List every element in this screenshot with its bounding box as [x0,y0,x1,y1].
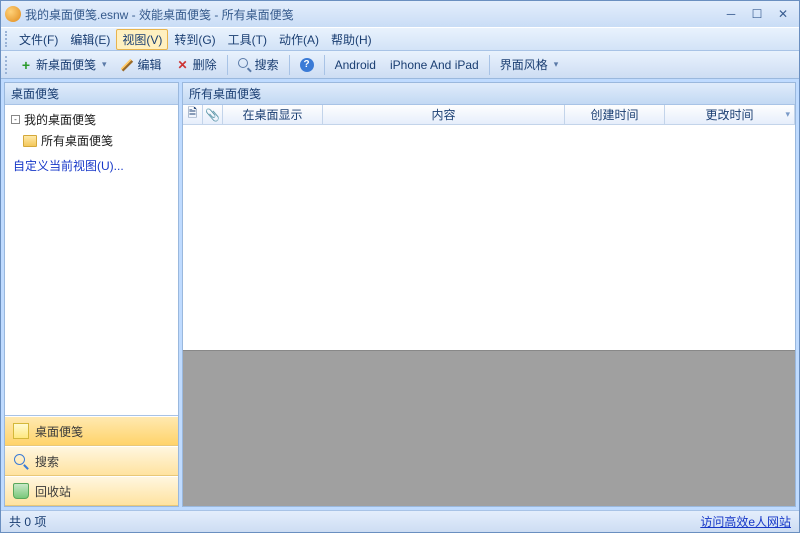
col-icon2[interactable]: 📎 [203,105,223,124]
menu-goto[interactable]: 转到(G) [168,29,221,50]
preview-pane [183,350,795,506]
folder-icon [23,135,37,147]
col-content[interactable]: 内容 [323,105,565,124]
menubar: 文件(F) 编辑(E) 视图(V) 转到(G) 工具(T) 动作(A) 帮助(H… [1,27,799,51]
tree-child-label: 所有桌面便笺 [41,132,113,149]
separator [324,55,325,75]
theme-button[interactable]: 界面风格 [494,54,565,75]
status-link[interactable]: 访问高效e人网站 [700,513,791,530]
search-icon [13,453,29,469]
help-icon: ? [300,58,314,72]
nav-search-label: 搜索 [35,453,59,470]
nav-notes[interactable]: 桌面便笺 [5,416,178,446]
recycle-icon [13,483,29,499]
edit-button[interactable]: 编辑 [115,54,168,75]
nav-search[interactable]: 搜索 [5,446,178,476]
android-button[interactable]: Android [329,56,382,74]
minimize-button[interactable]: ─ [719,6,743,22]
attach-icon: 📎 [205,108,220,122]
delete-button[interactable]: ✕ 删除 [170,54,223,75]
separator [489,55,490,75]
help-button[interactable]: ? [294,56,320,74]
close-button[interactable]: ✕ [771,6,795,22]
window-title: 我的桌面便笺.esnw - 效能桌面便笺 - 所有桌面便笺 [25,6,719,23]
separator [227,55,228,75]
tree-root-label: 我的桌面便笺 [24,111,96,128]
nav-recycle[interactable]: 回收站 [5,476,178,506]
pencil-icon [121,58,135,72]
nav-buttons: 桌面便笺 搜索 回收站 [5,415,178,506]
tree-child-all[interactable]: 所有桌面便笺 [21,130,174,151]
status-count: 共 0 项 [9,513,46,530]
sidebar: 桌面便笺 - 我的桌面便笺 所有桌面便笺 自定义当前视图(U)... 桌面便笺 [4,82,179,507]
toolbar: + 新桌面便笺 编辑 ✕ 删除 搜索 ? Android iPhone And … [1,51,799,79]
note-icon [13,423,29,439]
app-window: 我的桌面便笺.esnw - 效能桌面便笺 - 所有桌面便笺 ─ ☐ ✕ 文件(F… [0,0,800,533]
separator [289,55,290,75]
menu-edit[interactable]: 编辑(E) [64,29,116,50]
nav-notes-label: 桌面便笺 [35,423,83,440]
nav-recycle-label: 回收站 [35,483,71,500]
new-note-label: 新桌面便笺 [36,56,96,73]
statusbar: 共 0 项 访问高效e人网站 [1,510,799,532]
new-note-button[interactable]: + 新桌面便笺 [13,54,113,75]
edit-label: 编辑 [138,56,162,73]
maximize-button[interactable]: ☐ [745,6,769,22]
col-show[interactable]: 在桌面显示 [223,105,323,124]
col-created[interactable]: 创建时间 [565,105,665,124]
doc-icon: 🗎 [188,104,198,125]
search-icon [238,58,252,72]
menubar-grip[interactable] [5,31,11,47]
toolbar-grip[interactable] [5,56,11,74]
sidebar-header: 桌面便笺 [5,83,178,105]
delete-label: 删除 [193,56,217,73]
menu-action[interactable]: 动作(A) [273,29,325,50]
customize-view-link[interactable]: 自定义当前视图(U)... [9,151,174,180]
grid-header: 🗎 📎 在桌面显示 内容 创建时间 更改时间 [183,105,795,125]
menu-help[interactable]: 帮助(H) [325,29,378,50]
col-modified[interactable]: 更改时间 [665,105,795,124]
iphone-button[interactable]: iPhone And iPad [384,56,485,74]
grid-body[interactable] [183,125,795,350]
tree: - 我的桌面便笺 所有桌面便笺 自定义当前视图(U)... [5,105,178,415]
search-button[interactable]: 搜索 [232,54,285,75]
cross-icon: ✕ [176,58,190,72]
menu-file[interactable]: 文件(F) [13,29,64,50]
col-icon1[interactable]: 🗎 [183,105,203,124]
plus-icon: + [19,58,33,72]
search-label: 搜索 [255,56,279,73]
theme-label: 界面风格 [500,56,548,73]
main-header: 所有桌面便笺 [183,83,795,105]
collapse-icon[interactable]: - [11,115,20,124]
menu-view[interactable]: 视图(V) [116,29,168,50]
main-panel: 所有桌面便笺 🗎 📎 在桌面显示 内容 创建时间 更改时间 [182,82,796,507]
titlebar[interactable]: 我的桌面便笺.esnw - 效能桌面便笺 - 所有桌面便笺 ─ ☐ ✕ [1,1,799,27]
body: 桌面便笺 - 我的桌面便笺 所有桌面便笺 自定义当前视图(U)... 桌面便笺 [1,79,799,510]
app-icon [5,6,21,22]
tree-root[interactable]: - 我的桌面便笺 [9,109,174,130]
menu-tool[interactable]: 工具(T) [222,29,273,50]
